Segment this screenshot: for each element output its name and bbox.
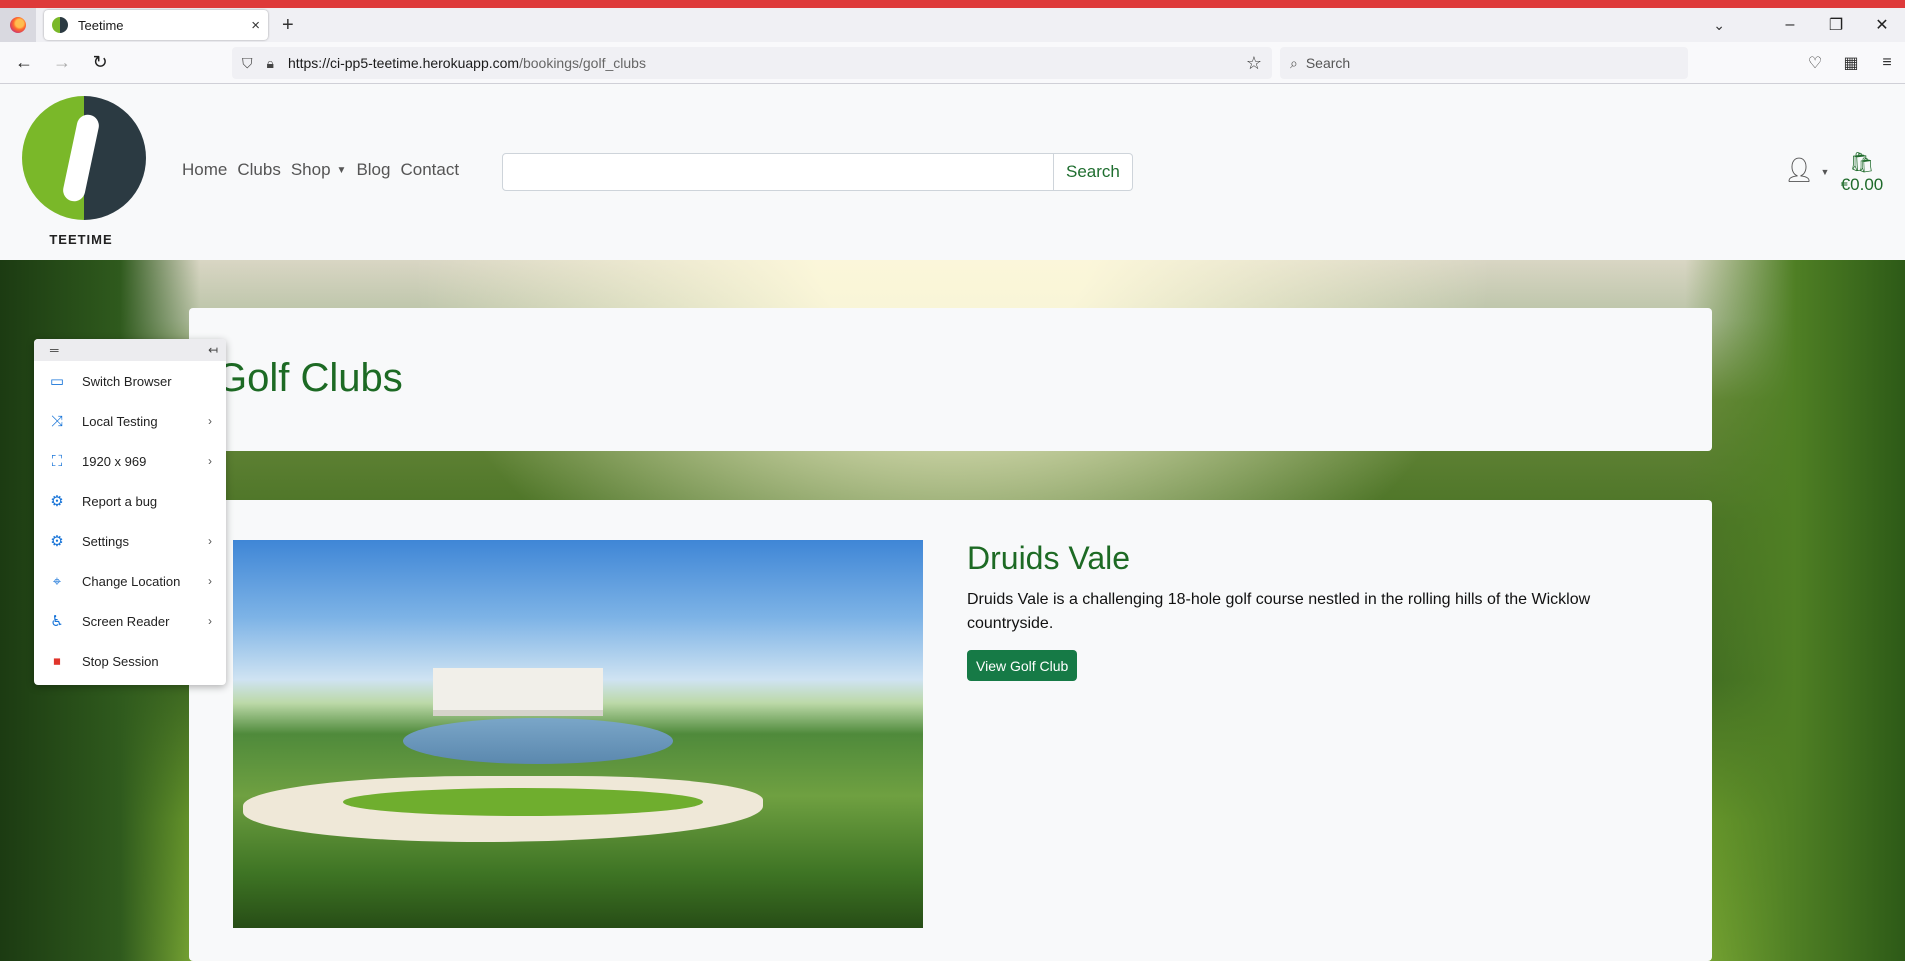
tab-bar: Teetime × + ⌄ – ❐ ✕: [0, 8, 1905, 42]
panel-item-label: Local Testing: [82, 413, 158, 429]
devices-icon: ▭: [49, 373, 65, 390]
close-tab-icon[interactable]: ×: [251, 17, 260, 34]
tab-title: Teetime: [78, 17, 124, 33]
close-window-icon[interactable]: ✕: [1859, 15, 1905, 35]
nav-blog[interactable]: Blog: [356, 160, 390, 180]
panel-item-label: Stop Session: [82, 653, 159, 669]
shopping-bag-icon: 🛍︎: [1849, 152, 1875, 174]
toolbar-right: ♡ ▦ ≡: [1797, 42, 1905, 84]
chevron-right-icon: ›: [208, 614, 212, 628]
panel-item-label: Screen Reader: [82, 613, 170, 629]
club-image-castle: [433, 668, 603, 716]
accessibility-icon: ♿︎: [50, 613, 64, 630]
chevron-right-icon: ›: [208, 414, 212, 428]
site-logo[interactable]: TEETIME: [18, 96, 148, 254]
hamburger-menu-icon[interactable]: ≡: [1869, 54, 1905, 72]
firefox-menu-button[interactable]: [0, 8, 36, 42]
minimize-icon[interactable]: –: [1767, 16, 1813, 34]
club-name: Druids Vale: [967, 540, 1131, 576]
panel-item-switch-browser[interactable]: ▭ Switch Browser: [34, 361, 226, 401]
list-all-tabs-icon[interactable]: ⌄: [1713, 17, 1725, 34]
panel-item-settings[interactable]: ⚙ Settings ›: [34, 521, 226, 561]
chevron-down-icon: ▼: [336, 165, 347, 177]
panel-item-stop-session[interactable]: ⏹ Stop Session: [34, 641, 226, 681]
search-icon: ⌕: [1290, 54, 1298, 71]
panel-item-resolution[interactable]: ⛶ 1920 x 969 ›: [34, 441, 226, 481]
club-image-lake: [403, 718, 673, 764]
account-menu[interactable]: 👤︎ ▼: [1784, 156, 1829, 185]
browser-search-box[interactable]: ⌕ Search: [1280, 47, 1688, 79]
shuffle-icon: ⤨: [50, 412, 63, 430]
panel-item-label: Switch Browser: [82, 373, 172, 389]
forward-icon[interactable]: →: [48, 49, 76, 77]
testing-tool-panel: ═ ↤ ▭ Switch Browser ⤨ Local Testing › ⛶…: [34, 339, 226, 685]
panel-header[interactable]: ═ ↤: [34, 339, 226, 361]
panel-item-report-bug[interactable]: ⚙ Report a bug: [34, 481, 226, 521]
browser-navbar: ← → ↻ ⛉ 🔒︎ https://ci-pp5-teetime.heroku…: [0, 42, 1905, 84]
restore-icon[interactable]: ❐: [1813, 15, 1859, 35]
new-tab-button[interactable]: +: [282, 14, 294, 37]
chevron-right-icon: ›: [208, 534, 212, 548]
site-header: TEETIME Home Clubs Shop ▼ Blog Contact Se…: [0, 84, 1905, 260]
browser-search-placeholder: Search: [1305, 55, 1351, 71]
chevron-right-icon: ›: [208, 454, 212, 468]
site-search-button[interactable]: Search: [1054, 153, 1133, 191]
panel-item-label: Settings: [82, 533, 129, 549]
teetime-favicon-icon: [52, 17, 68, 33]
chevron-down-icon: ▼: [1820, 166, 1830, 177]
gear-icon: ⚙: [50, 533, 64, 550]
pocket-icon[interactable]: ♡: [1797, 53, 1833, 73]
bug-icon: ⚙: [50, 493, 64, 510]
tracking-shield-icon[interactable]: ⛉: [242, 55, 253, 72]
panel-item-label: Report a bug: [82, 493, 158, 509]
window-controls: – ❐ ✕: [1767, 8, 1905, 42]
firefox-logo-icon: [10, 17, 26, 33]
panel-item-local-testing[interactable]: ⤨ Local Testing ›: [34, 401, 226, 441]
bookmark-star-icon[interactable]: ☆: [1246, 53, 1262, 74]
panel-item-change-location[interactable]: ⌖ Change Location ›: [34, 561, 226, 601]
logo-text: TEETIME: [49, 232, 113, 247]
collapse-panel-icon[interactable]: ↤: [208, 343, 218, 357]
reload-icon[interactable]: ↻: [86, 49, 114, 77]
browser-tab[interactable]: Teetime ×: [44, 10, 268, 40]
club-image: [233, 540, 923, 928]
panel-item-label: 1920 x 969: [82, 453, 147, 469]
view-golf-club-button[interactable]: View Golf Club: [967, 650, 1078, 681]
user-icon: 👤︎: [1784, 157, 1815, 184]
lock-icon[interactable]: 🔒︎: [267, 55, 274, 72]
url-bar[interactable]: ⛉ 🔒︎ https://ci-pp5-teetime.herokuapp.co…: [232, 47, 1272, 79]
resolution-icon: ⛶: [51, 452, 63, 470]
page-title: Golf Clubs: [216, 356, 403, 400]
nav-clubs[interactable]: Clubs: [237, 160, 280, 180]
site-search-input[interactable]: [502, 153, 1054, 191]
panel-item-screen-reader[interactable]: ♿︎ Screen Reader ›: [34, 601, 226, 641]
chevron-right-icon: ›: [208, 574, 212, 588]
title-card: [189, 308, 1712, 451]
url-host: https://ci-pp5-teetime.herokuapp.com: [287, 55, 520, 71]
nav-shop[interactable]: Shop ▼: [291, 160, 347, 180]
extension-icon[interactable]: ▦: [1833, 53, 1869, 73]
site-search-form: Search: [502, 153, 1133, 191]
browser-top-strip: [0, 0, 1905, 8]
golfer-logo-icon: [22, 96, 146, 220]
nav-home[interactable]: Home: [182, 160, 227, 180]
hero-trees-right: [1685, 260, 1905, 961]
club-image-green: [343, 788, 703, 816]
url-path: /bookings/golf_clubs: [519, 55, 646, 71]
stop-icon: ⏹: [53, 652, 61, 670]
drag-handle-icon[interactable]: ═: [50, 343, 59, 357]
nav-shop-label: Shop: [290, 160, 331, 179]
club-description: Druids Vale is a challenging 18-hole gol…: [967, 591, 1591, 632]
basket-link[interactable]: 🛍︎ €0.00: [1840, 150, 1884, 195]
location-pin-icon: ⌖: [52, 572, 62, 590]
panel-item-label: Change Location: [82, 573, 181, 589]
nav-contact[interactable]: Contact: [400, 160, 459, 180]
back-icon[interactable]: ←: [10, 49, 38, 77]
basket-total: €0.00: [1840, 175, 1884, 194]
main-nav: Home Clubs Shop ▼ Blog Contact: [182, 160, 469, 180]
